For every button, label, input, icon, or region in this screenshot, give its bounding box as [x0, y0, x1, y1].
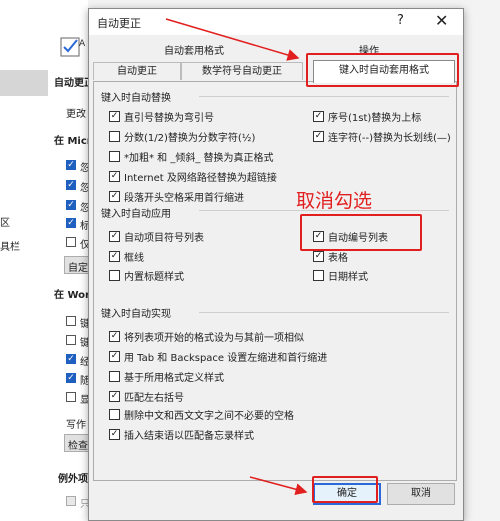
arrow-to-tab: [165, 18, 300, 61]
arrow-to-ok: [249, 476, 308, 496]
tab-autoformat-as-you-type[interactable]: 键入时自动套用格式: [313, 60, 455, 83]
